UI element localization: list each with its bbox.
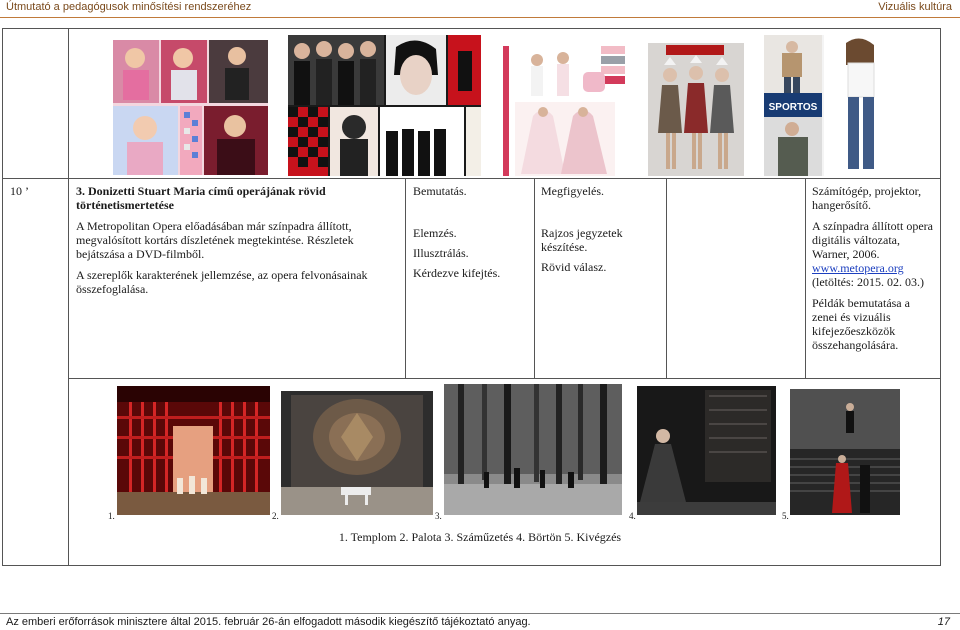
grid-line: [534, 178, 535, 379]
grid-line: [2, 28, 941, 29]
page-header: Útmutató a pedagógusok minősítési rendsz…: [0, 0, 960, 17]
tools-item: Példák bemutatása a zenei és vizuális ki…: [812, 296, 910, 352]
grid-line: [940, 28, 941, 566]
stage-photo-exile: [444, 384, 622, 515]
metopera-link[interactable]: www.metopera.org: [812, 261, 936, 275]
lolita-fashion-collage: [113, 40, 268, 175]
content-cell: 3. Donizetti Stuart Maria című operájána…: [76, 184, 398, 303]
tools-item: Számítógép, projektor, hangerősítő.: [812, 184, 922, 212]
method-cell: Bemutatás. Elemzés. Illusztrálás. Kérdez…: [413, 184, 529, 280]
grid-line: [68, 178, 941, 179]
method-item: Kérdezve kifejtés.: [413, 266, 501, 280]
stage-number: 2.: [272, 511, 279, 521]
stage-number: 1.: [108, 511, 115, 521]
header-right: Vizuális kultúra: [878, 1, 952, 13]
activity-item: Rajzos jegyzetek készítése.: [541, 226, 623, 254]
stage-number: 3.: [435, 511, 442, 521]
stage-number: 4.: [629, 511, 636, 521]
sportos-label: SPORTOS: [769, 102, 818, 113]
grid-line: [68, 378, 941, 379]
footer-divider: [0, 613, 960, 614]
grid-line: [405, 178, 406, 379]
stage-caption: 1. Templom 2. Palota 3. Száműzetés 4. Bö…: [338, 530, 622, 544]
content-title: 3. Donizetti Stuart Maria című operájána…: [76, 184, 326, 212]
fashion-collage-pink: [503, 46, 625, 176]
page-footer: Az emberi erőforrások minisztere által 2…: [0, 616, 960, 630]
method-item: Elemzés.: [413, 226, 457, 240]
tools-item: A színpadra állított opera digitális vál…: [812, 219, 933, 261]
content-paragraph-2: A szereplők karakterének jellemzése, az …: [76, 268, 368, 296]
emo-fashion-collage: [288, 35, 481, 176]
header-divider: [0, 17, 960, 18]
tools-cell: Számítógép, projektor, hangerősítő. A sz…: [812, 184, 936, 359]
grid-line: [2, 565, 941, 566]
stage-photo-prison: [637, 386, 776, 515]
activity-item: Rövid válasz.: [541, 260, 607, 274]
grid-line: [666, 178, 667, 379]
stage-photo-execution: [790, 389, 900, 515]
content-paragraph-1: A Metropolitan Opera előadásában már szí…: [76, 219, 354, 261]
method-item: Bemutatás.: [413, 184, 467, 198]
footer-text: Az emberi erőforrások minisztere által 2…: [6, 616, 531, 628]
sportos-fashion-collage: SPORTOS: [764, 35, 894, 176]
tools-item: (letöltés: 2015. 02. 03.): [812, 275, 924, 289]
activity-cell: Megfigyelés. Rajzos jegyzetek készítése.…: [541, 184, 661, 274]
header-left: Útmutató a pedagógusok minősítési rendsz…: [6, 1, 252, 13]
time-cell: 10 ’: [10, 184, 29, 198]
page-number: 17: [937, 616, 950, 628]
grid-line: [68, 28, 69, 566]
activity-item: Megfigyelés.: [541, 184, 604, 198]
grid-line: [2, 28, 3, 566]
method-item: Illusztrálás.: [413, 246, 469, 260]
stage-number: 5.: [782, 511, 789, 521]
stage-photo-palace: [281, 391, 433, 515]
grid-line: [805, 178, 806, 379]
stage-photo-temple: [117, 386, 270, 515]
fashion-collage-dresses: [648, 43, 744, 176]
